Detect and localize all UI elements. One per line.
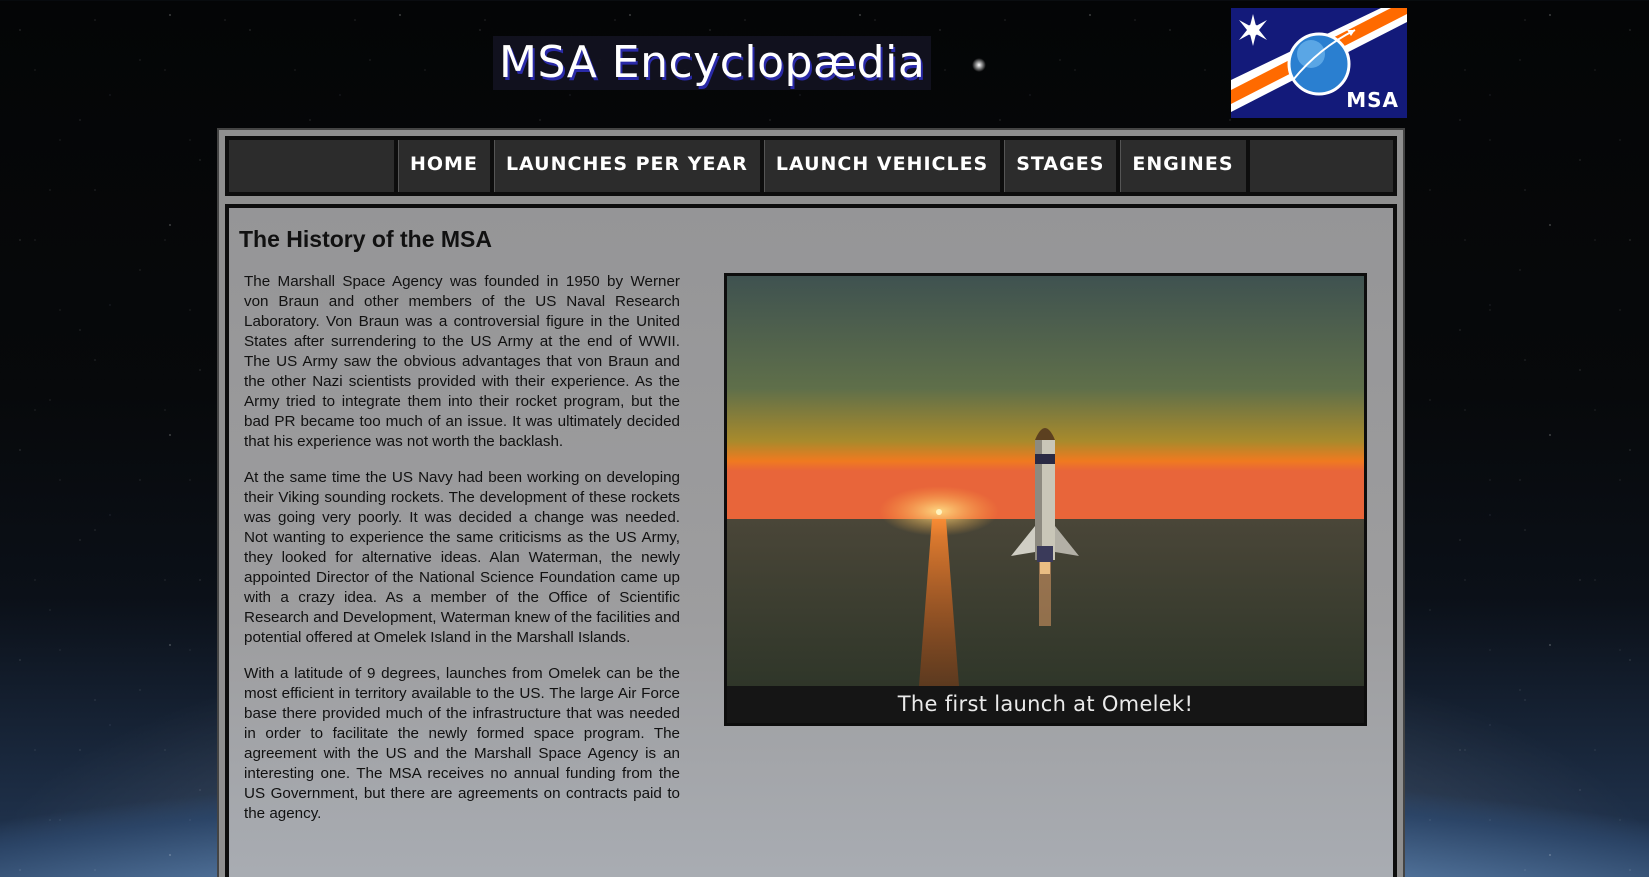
nav-item-engines[interactable]: ENGINES bbox=[1116, 140, 1250, 192]
article-body: The Marshall Space Agency was founded in… bbox=[244, 272, 680, 840]
nav-item-launch-vehicles[interactable]: LAUNCH VEHICLES bbox=[759, 140, 1000, 192]
msa-logo[interactable]: MSA bbox=[1231, 8, 1407, 118]
article-paragraph: The Marshall Space Agency was founded in… bbox=[244, 273, 680, 450]
article-paragraph: At the same time the US Navy had been wo… bbox=[244, 469, 680, 646]
page-title: The History of the MSA bbox=[239, 226, 493, 252]
navigation-bar: HOME LAUNCHES PER YEAR LAUNCH VEHICLES S… bbox=[225, 136, 1397, 196]
launch-photo bbox=[727, 276, 1364, 686]
figure-caption: The first launch at Omelek! bbox=[727, 686, 1364, 723]
bright-star bbox=[972, 58, 986, 72]
logo-text: MSA bbox=[1346, 88, 1399, 112]
nav-menu: HOME LAUNCHES PER YEAR LAUNCH VEHICLES S… bbox=[394, 140, 1250, 192]
nav-item-stages[interactable]: STAGES bbox=[1000, 140, 1116, 192]
nav-item-home[interactable]: HOME bbox=[394, 140, 490, 192]
main-frame: HOME LAUNCHES PER YEAR LAUNCH VEHICLES S… bbox=[217, 128, 1405, 877]
article-paragraph: With a latitude of 9 degrees, launches f… bbox=[244, 665, 680, 822]
nav-item-launches-per-year[interactable]: LAUNCHES PER YEAR bbox=[489, 140, 760, 192]
launch-photo-figure: The first launch at Omelek! bbox=[724, 273, 1367, 726]
site-title: MSA Encyclopædia bbox=[493, 36, 932, 90]
content-panel: The History of the MSA The Marshall Spac… bbox=[225, 204, 1397, 877]
